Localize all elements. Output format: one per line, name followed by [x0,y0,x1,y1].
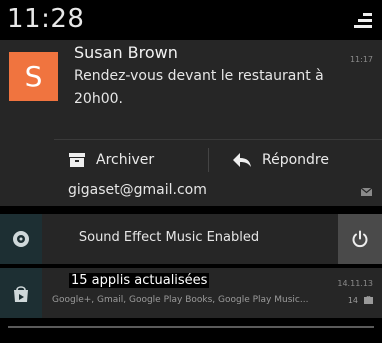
status-bar: 11:28 [0,0,382,40]
action-separator [208,148,209,172]
apps-updated-notification[interactable]: 15 applis actualisées Google+, Gmail, Go… [0,268,382,318]
reply-icon [233,153,251,167]
scroll-indicator [8,326,374,328]
notification-time: 11:17 [349,55,373,64]
message-text: Rendez-vous devant le restaurant à 20h00… [74,68,324,107]
account-email: gigaset@gmail.com [68,182,207,198]
reply-label: Répondre [262,152,329,168]
apps-subtitle: Google+, Gmail, Google Play Books, Googl… [52,295,309,305]
email-notification[interactable]: S Susan Brown Rendez-vous devant le rest… [0,40,382,206]
archive-button[interactable]: Archiver [68,148,154,172]
clock: 11:28 [7,4,85,34]
sound-effect-text: Sound Effect Music Enabled [78,230,260,245]
sender-name: Susan Brown [74,43,178,62]
archive-label: Archiver [96,152,155,168]
power-button[interactable] [338,214,382,264]
archive-icon [69,153,85,167]
mail-icon [361,188,372,196]
quick-settings-icon[interactable] [354,13,372,31]
apps-count: 14 [347,296,358,305]
apps-title: 15 applis actualisées [69,273,210,288]
apps-time: 14.11.13 [337,279,373,288]
divider [54,139,382,140]
play-store-icon [364,296,373,304]
power-icon [352,230,368,248]
apps-updated-icon [0,268,42,318]
reply-button[interactable]: Répondre [232,148,329,172]
sound-effect-notification[interactable]: Sound Effect Music Enabled [0,214,382,264]
avatar: S [9,52,58,101]
